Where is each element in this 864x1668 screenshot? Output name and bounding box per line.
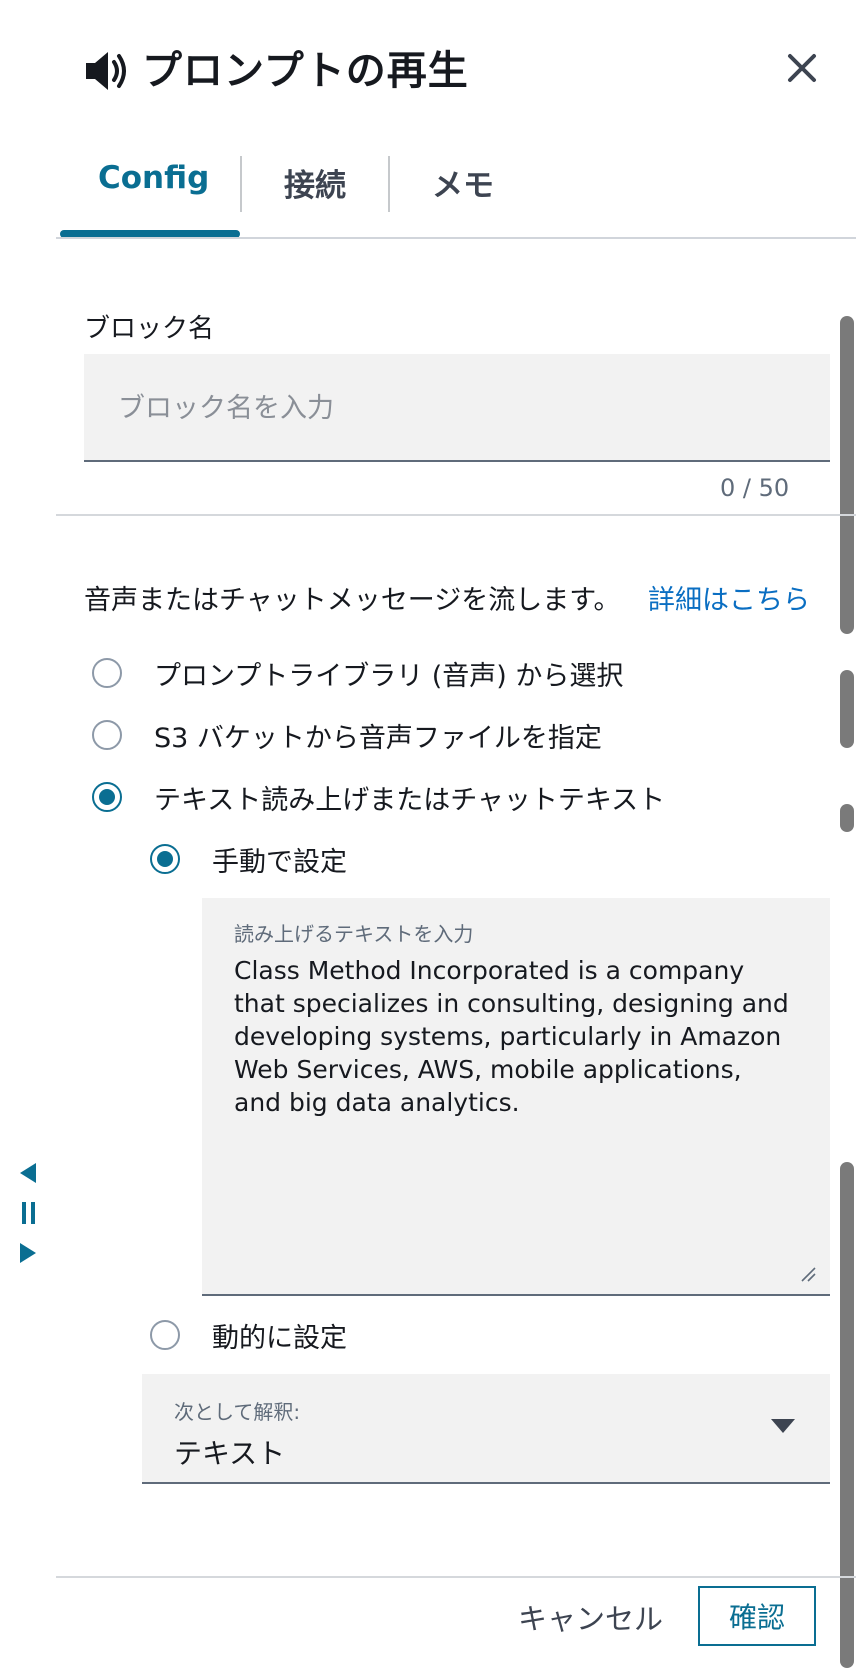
block-name-input[interactable] [116, 380, 800, 436]
description-text: 音声またはチャットメッセージを流します。 [84, 585, 621, 616]
interpret-as-value: テキスト [174, 1437, 286, 1470]
radio-text-to-speech[interactable] [92, 782, 122, 812]
confirm-button[interactable]: 確認 [698, 1586, 816, 1646]
tab-memo[interactable]: メモ [432, 160, 494, 205]
section-divider [56, 514, 856, 516]
tab-separator [240, 156, 242, 212]
tab-bar: Config 接続 メモ [56, 150, 856, 238]
pause-icon[interactable] [16, 1200, 40, 1226]
tts-text-label: 読み上げるテキストを入力 [234, 922, 474, 946]
scrollbar-thumb[interactable] [840, 670, 854, 748]
radio-prompt-library-label[interactable]: プロンプトライブラリ (音声) から選択 [154, 654, 623, 693]
cancel-button[interactable]: キャンセル [518, 1596, 663, 1638]
tab-separator [388, 156, 390, 212]
close-icon[interactable] [780, 46, 824, 90]
footer-divider [56, 1576, 856, 1578]
scrollbar-thumb[interactable] [840, 804, 854, 832]
interpret-as-label: 次として解釈: [174, 1400, 301, 1424]
speaker-icon [86, 52, 126, 90]
radio-dynamic-label[interactable]: 動的に設定 [212, 1316, 347, 1355]
previous-icon[interactable] [16, 1160, 40, 1186]
tts-text-field[interactable]: 読み上げるテキストを入力 Class Method Incorporated i… [202, 898, 830, 1296]
radio-manual-label[interactable]: 手動で設定 [212, 840, 347, 879]
radio-s3-bucket-label[interactable]: S3 バケットから音声ファイルを指定 [154, 716, 602, 755]
tab-config[interactable]: Config [98, 160, 209, 196]
radio-text-to-speech-label[interactable]: テキスト読み上げまたはチャットテキスト [154, 778, 665, 817]
radio-prompt-library[interactable] [92, 658, 122, 688]
block-name-field [84, 354, 830, 462]
tts-text-input[interactable]: Class Method Incorporated is a company t… [234, 954, 794, 1119]
scrollbar-thumb[interactable] [840, 1162, 854, 1668]
learn-more-link[interactable]: 詳細はこちら [648, 578, 810, 617]
radio-s3-bucket[interactable] [92, 720, 122, 750]
next-icon[interactable] [16, 1240, 40, 1266]
block-name-label: ブロック名 [84, 314, 215, 344]
tab-connection[interactable]: 接続 [284, 160, 346, 205]
tab-bar-divider [56, 237, 856, 239]
resize-handle-icon[interactable] [798, 1264, 816, 1282]
radio-manual[interactable] [150, 844, 180, 874]
interpret-as-select[interactable]: 次として解釈: テキスト [142, 1374, 830, 1484]
radio-dynamic[interactable] [150, 1320, 180, 1350]
caret-down-icon [771, 1419, 795, 1433]
panel-title: プロンプトの再生 [142, 48, 469, 94]
scrollbar-thumb[interactable] [840, 316, 854, 634]
char-counter: 0 / 50 [720, 474, 790, 502]
prompt-play-panel: プロンプトの再生 Config 接続 メモ ブロック名 0 / 50 音声または… [0, 0, 864, 1668]
